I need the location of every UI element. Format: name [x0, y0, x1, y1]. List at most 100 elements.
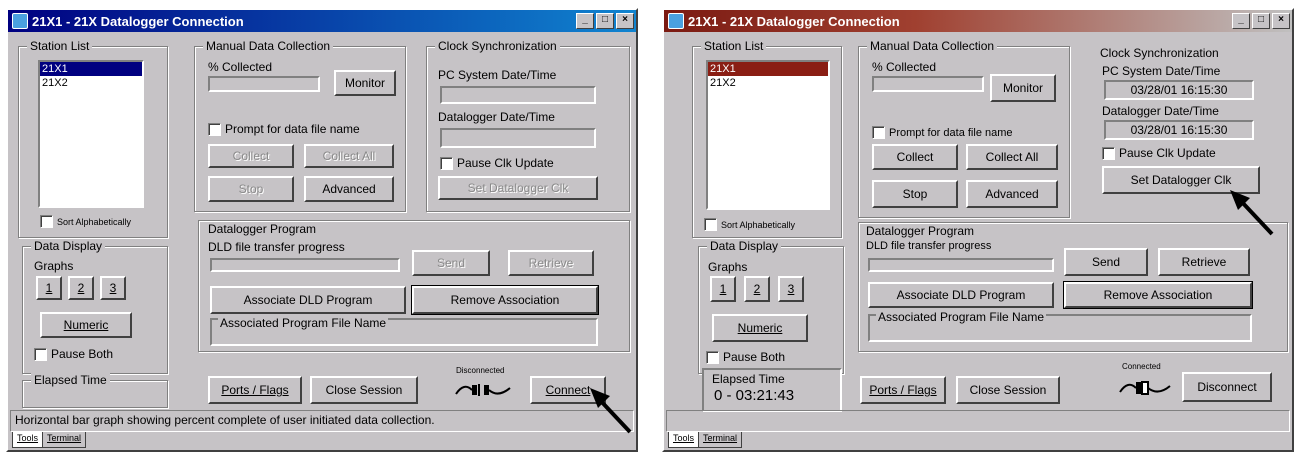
- close-icon[interactable]: ×: [1272, 13, 1290, 29]
- pc-time-label: PC System Date/Time: [438, 68, 557, 82]
- tab-tools[interactable]: Tools: [668, 432, 700, 448]
- close-session-button[interactable]: Close Session: [310, 376, 418, 404]
- pause-clock-label: Pause Clk Update: [457, 156, 554, 170]
- remove-association-button[interactable]: Remove Association: [411, 285, 599, 315]
- maximize-icon[interactable]: □: [596, 13, 614, 29]
- sort-alphabetically-checkbox[interactable]: Sort Alphabetically: [704, 218, 795, 231]
- monitor-button[interactable]: Monitor: [334, 70, 396, 96]
- minimize-icon[interactable]: _: [576, 13, 594, 29]
- graph-1-button[interactable]: 1: [36, 276, 62, 300]
- tab-tools[interactable]: Tools: [12, 432, 44, 448]
- data-display-legend: Data Display: [707, 239, 782, 253]
- connection-status-label: Disconnected: [456, 366, 505, 375]
- tab-terminal[interactable]: Terminal: [42, 432, 87, 448]
- prompt-file-checkbox[interactable]: Prompt for data file name: [208, 122, 360, 136]
- sort-alphabetically-label: Sort Alphabetically: [721, 219, 796, 230]
- plug-connection-icon: [455, 384, 511, 396]
- window-title: 21X1 - 21X Datalogger Connection: [32, 13, 244, 29]
- advanced-button[interactable]: Advanced: [304, 176, 394, 202]
- bottom-tabs: Tools Terminal: [12, 432, 87, 448]
- manual-collection-legend: Manual Data Collection: [203, 39, 334, 53]
- pointer-arrow-icon: [590, 388, 632, 434]
- pause-clock-label: Pause Clk Update: [1119, 146, 1216, 160]
- plug-connection-icon: [1119, 381, 1171, 395]
- graph-2-button[interactable]: 2: [68, 276, 94, 300]
- monitor-button[interactable]: Monitor: [990, 74, 1056, 102]
- disconnect-button[interactable]: Disconnect: [1182, 372, 1272, 402]
- pause-both-label: Pause Both: [723, 350, 786, 364]
- station-item[interactable]: 21X2: [40, 76, 142, 90]
- graphs-label: Graphs: [34, 259, 74, 273]
- dld-progress-label: DLD file transfer progress: [208, 240, 345, 254]
- prompt-file-label: Prompt for data file name: [889, 126, 1013, 139]
- numeric-button[interactable]: Numeric: [712, 314, 808, 342]
- sort-alphabetically-checkbox[interactable]: Sort Alphabetically: [40, 215, 131, 228]
- datalogger-time-field: 03/28/01 16:15:30: [1104, 120, 1254, 140]
- station-item[interactable]: 21X1: [40, 62, 142, 76]
- datalogger-time-label: Datalogger Date/Time: [438, 110, 555, 124]
- clock-sync-legend: Clock Synchronization: [1100, 46, 1219, 60]
- connection-status-label: Connected: [1122, 362, 1161, 371]
- station-listbox[interactable]: 21X1 21X2: [706, 60, 830, 210]
- collect-all-button[interactable]: Collect All: [304, 144, 394, 168]
- pause-clock-checkbox[interactable]: Pause Clk Update: [1102, 146, 1216, 160]
- associate-dld-button[interactable]: Associate DLD Program: [210, 286, 406, 314]
- advanced-button[interactable]: Advanced: [966, 180, 1058, 208]
- clock-sync-legend: Clock Synchronization: [435, 39, 560, 53]
- station-list-legend: Station List: [701, 39, 767, 53]
- percent-collected-label: % Collected: [208, 60, 273, 74]
- data-display-legend: Data Display: [31, 239, 106, 253]
- bottom-tabs: Tools Terminal: [668, 432, 743, 448]
- station-item[interactable]: 21X2: [708, 76, 828, 90]
- graph-3-button[interactable]: 3: [100, 276, 126, 300]
- dld-progress-bar: [868, 258, 1054, 272]
- station-item[interactable]: 21X1: [708, 62, 828, 76]
- window-title: 21X1 - 21X Datalogger Connection: [688, 13, 900, 29]
- station-listbox[interactable]: 21X1 21X2: [38, 60, 144, 208]
- pc-time-field: 03/28/01 16:15:30: [1104, 80, 1254, 100]
- pause-both-checkbox[interactable]: Pause Both: [34, 347, 113, 361]
- collect-all-button[interactable]: Collect All: [966, 144, 1058, 170]
- stop-button[interactable]: Stop: [208, 176, 294, 202]
- close-icon[interactable]: ×: [616, 13, 634, 29]
- prompt-file-checkbox[interactable]: Prompt for data file name: [872, 126, 1013, 139]
- elapsed-time-legend: Elapsed Time: [712, 372, 785, 386]
- graph-2-button[interactable]: 2: [744, 276, 770, 302]
- pause-clock-checkbox[interactable]: Pause Clk Update: [440, 156, 554, 170]
- sort-alphabetically-label: Sort Alphabetically: [57, 216, 132, 227]
- remove-association-button[interactable]: Remove Association: [1063, 281, 1253, 309]
- ports-flags-button[interactable]: Ports / Flags: [860, 376, 946, 404]
- pause-both-checkbox[interactable]: Pause Both: [706, 350, 785, 364]
- graph-3-button[interactable]: 3: [778, 276, 804, 302]
- retrieve-button[interactable]: Retrieve: [1158, 248, 1250, 276]
- ports-flags-button[interactable]: Ports / Flags: [208, 376, 302, 404]
- station-list-legend: Station List: [27, 39, 93, 53]
- associate-dld-button[interactable]: Associate DLD Program: [868, 282, 1054, 308]
- datalogger-program-legend: Datalogger Program: [866, 224, 975, 238]
- collection-progress-bar: [208, 76, 320, 92]
- dld-progress-bar: [210, 258, 400, 272]
- status-bar: Horizontal bar graph showing percent com…: [10, 410, 634, 432]
- numeric-button[interactable]: Numeric: [40, 312, 132, 338]
- retrieve-button[interactable]: Retrieve: [508, 250, 594, 276]
- pause-both-label: Pause Both: [51, 347, 114, 361]
- minimize-icon[interactable]: _: [1232, 13, 1250, 29]
- app-icon: [668, 13, 684, 29]
- manual-collection-legend: Manual Data Collection: [867, 39, 998, 53]
- set-datalogger-clock-button[interactable]: Set Datalogger Clk: [438, 176, 598, 200]
- collect-button[interactable]: Collect: [872, 144, 958, 170]
- send-button[interactable]: Send: [1064, 248, 1148, 276]
- close-session-button[interactable]: Close Session: [956, 376, 1060, 404]
- datalogger-time-label: Datalogger Date/Time: [1102, 104, 1219, 118]
- stop-button[interactable]: Stop: [872, 180, 958, 208]
- maximize-icon[interactable]: □: [1252, 13, 1270, 29]
- collect-button[interactable]: Collect: [208, 144, 294, 168]
- percent-collected-label: % Collected: [872, 60, 937, 74]
- tab-terminal[interactable]: Terminal: [698, 432, 743, 448]
- graphs-label: Graphs: [708, 260, 748, 274]
- send-button[interactable]: Send: [412, 250, 490, 276]
- collection-progress-bar: [872, 76, 984, 92]
- left-connection-window: 21X1 - 21X Datalogger Connection _ □ × S…: [6, 8, 638, 452]
- elapsed-time-group: Elapsed Time 0 - 03:21:43: [702, 368, 842, 412]
- graph-1-button[interactable]: 1: [710, 276, 736, 302]
